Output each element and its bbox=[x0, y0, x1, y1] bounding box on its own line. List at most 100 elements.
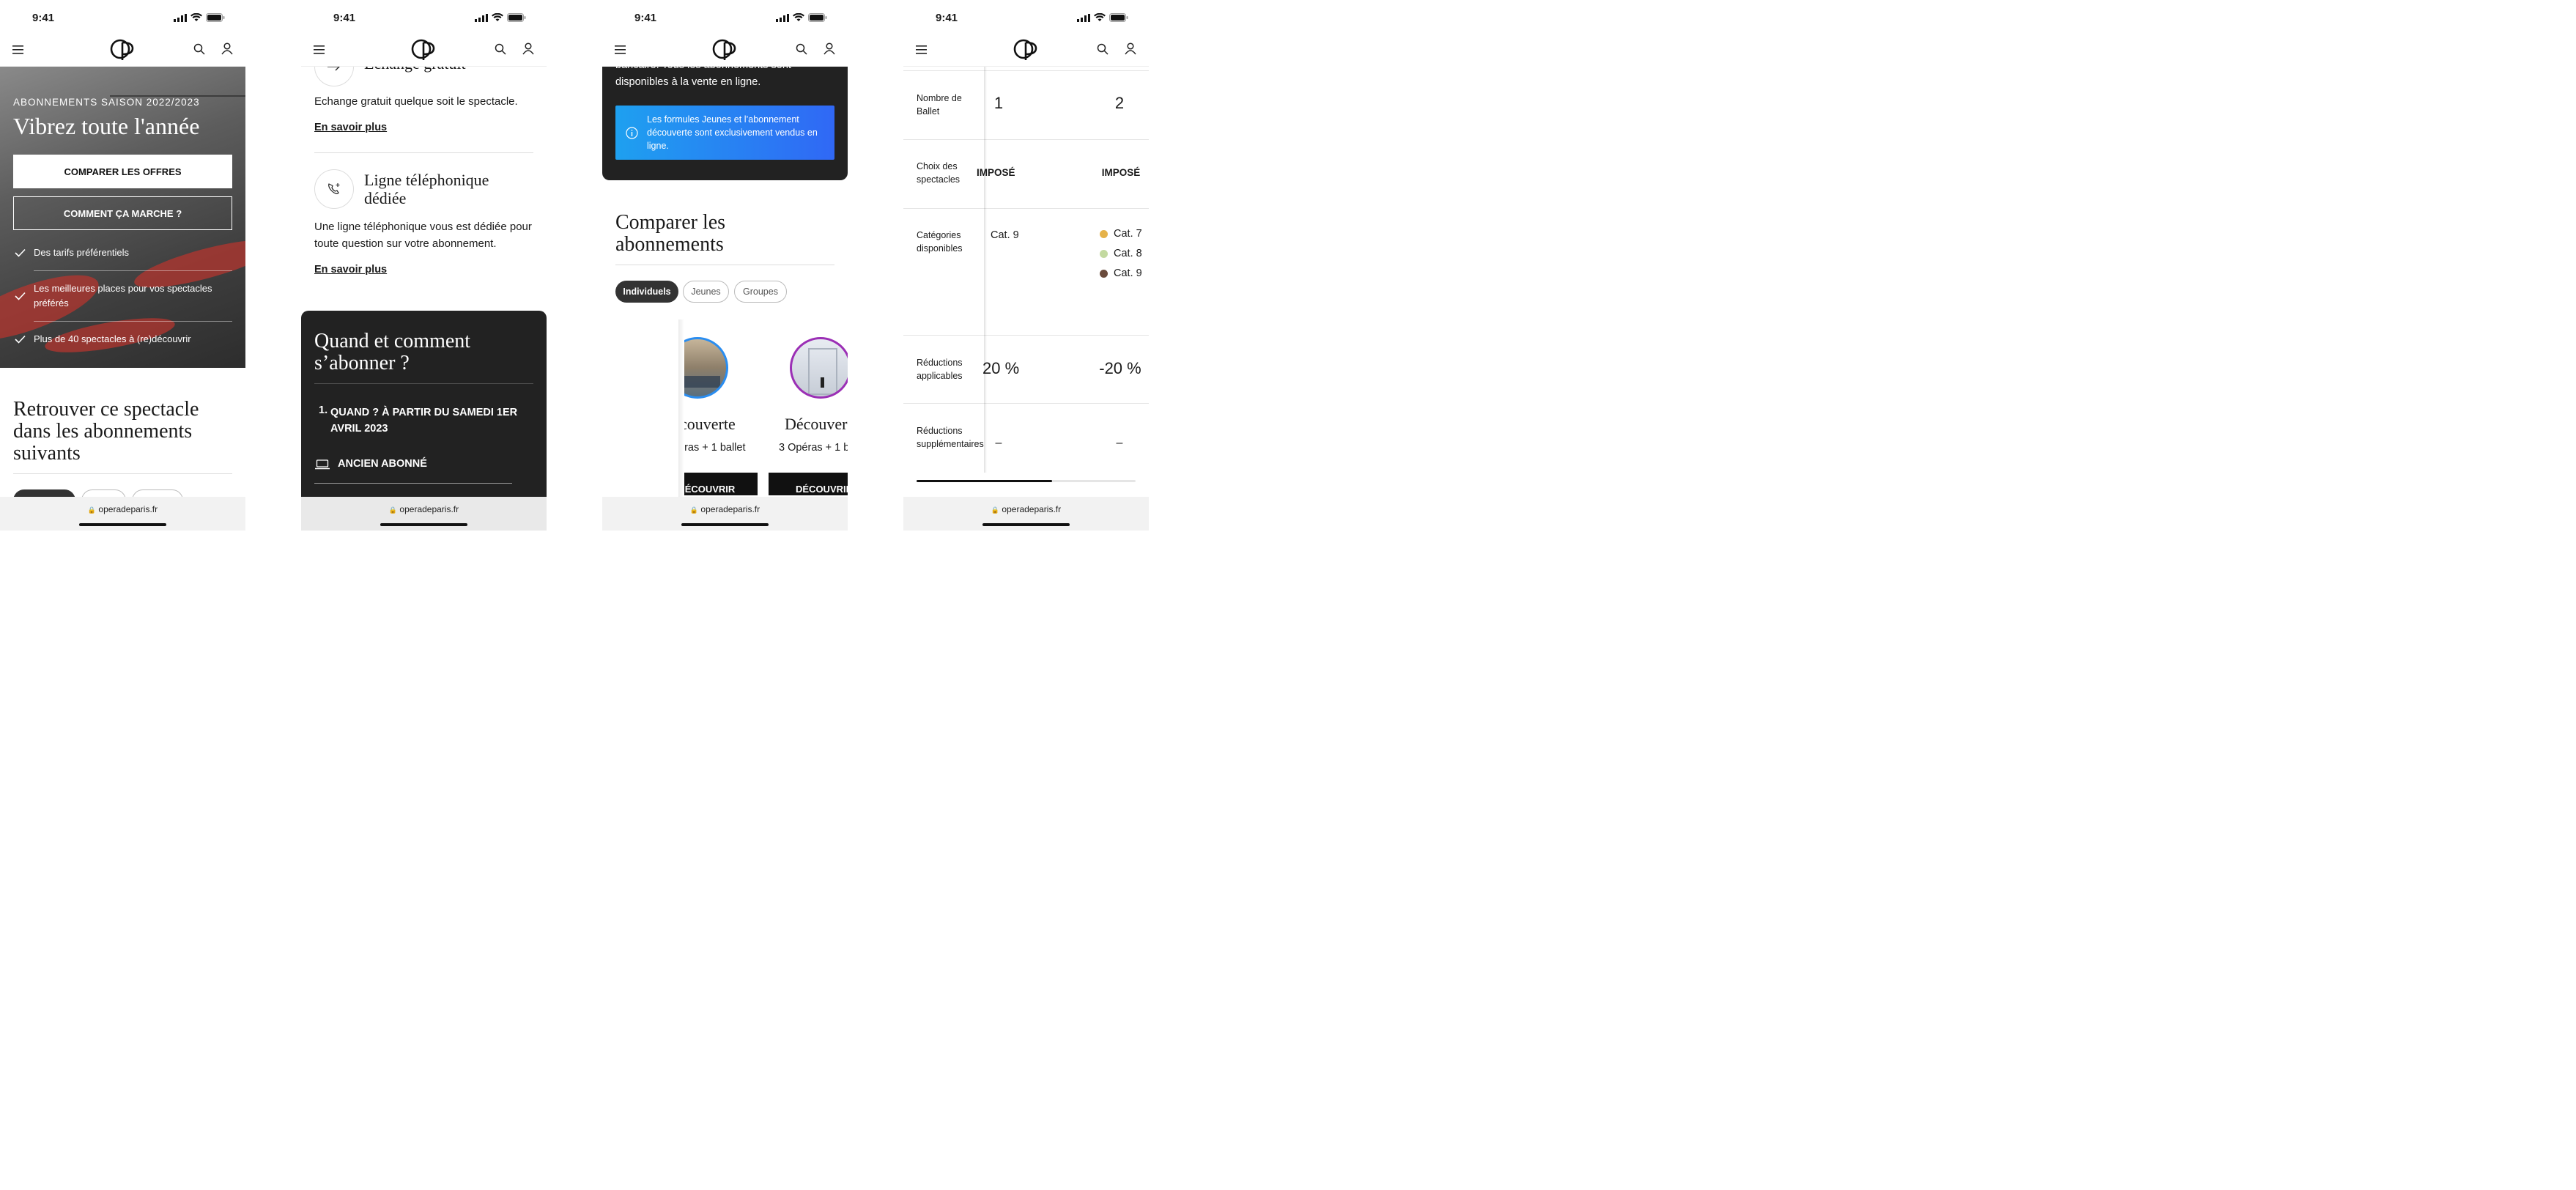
card-subtitle: éras + 1 ballet bbox=[684, 442, 746, 454]
divider bbox=[314, 152, 533, 153]
search-icon[interactable] bbox=[495, 43, 506, 55]
status-time: 9:41 bbox=[333, 12, 356, 24]
row-label: Réductions supplémentaires bbox=[917, 426, 984, 449]
learn-more-link[interactable]: En savoir plus bbox=[314, 264, 387, 276]
category-item: Cat. 9 bbox=[1100, 267, 1142, 279]
lock-icon: 🔒 bbox=[991, 506, 1000, 514]
lock-icon: 🔒 bbox=[388, 506, 398, 514]
compare-offers-button[interactable]: COMPARER LES OFFRES bbox=[13, 155, 232, 188]
row-separator bbox=[903, 70, 1149, 71]
cell-value: – bbox=[995, 437, 1002, 449]
url-display: 🔒 operadeparis.fr bbox=[903, 504, 1149, 514]
wifi-icon bbox=[190, 13, 202, 21]
status-icons bbox=[1077, 13, 1128, 22]
account-icon[interactable] bbox=[823, 42, 835, 55]
table-scroll-thumb[interactable] bbox=[917, 480, 1052, 482]
search-icon[interactable] bbox=[193, 43, 205, 55]
card-image-detail bbox=[684, 376, 720, 388]
check-icon bbox=[15, 335, 26, 344]
row-label: Catégories disponibles bbox=[917, 230, 963, 254]
compare-title: Comparer les abonnements bbox=[615, 211, 726, 256]
signal-icon bbox=[1077, 13, 1090, 22]
url-text: operadeparis.fr bbox=[700, 504, 760, 514]
tab-individuels[interactable]: Individuels bbox=[615, 281, 678, 303]
step-number: 1. bbox=[319, 404, 328, 416]
row-label: Nombre de Ballet bbox=[917, 93, 962, 117]
card-image-detail bbox=[821, 377, 824, 388]
row-label: Réductions applicables bbox=[917, 358, 963, 381]
info-text: Les formules Jeunes et l’abonnement déco… bbox=[647, 114, 818, 151]
status-icons bbox=[174, 13, 225, 22]
browser-url-bar[interactable]: 🔒 operadeparis.fr bbox=[602, 497, 848, 531]
browser-url-bar[interactable]: 🔒 operadeparis.fr bbox=[0, 497, 245, 531]
home-indicator[interactable] bbox=[681, 523, 769, 526]
panel-title: Quand et comment s’abonner ? bbox=[314, 330, 471, 374]
search-icon[interactable] bbox=[1097, 43, 1109, 55]
feature-text: Des tarifs préférentiels bbox=[34, 247, 130, 258]
learn-more-link[interactable]: En savoir plus bbox=[314, 122, 387, 133]
check-icon bbox=[15, 248, 26, 257]
cell-value: – bbox=[1116, 437, 1123, 449]
search-icon[interactable] bbox=[796, 43, 807, 55]
url-text: operadeparis.fr bbox=[98, 504, 158, 514]
divider bbox=[314, 483, 512, 484]
phone-screen-comparison-table: 9:41 Nombre de Ballet 1 2 Choix des spec… bbox=[903, 0, 1149, 531]
row-separator bbox=[903, 208, 1149, 209]
opera-logo[interactable] bbox=[110, 38, 135, 62]
wifi-icon bbox=[1094, 13, 1106, 21]
laptop-icon bbox=[315, 459, 330, 470]
card-image bbox=[790, 337, 848, 399]
menu-icon[interactable] bbox=[916, 45, 927, 55]
url-text: operadeparis.fr bbox=[399, 504, 459, 514]
tab-jeunes[interactable]: Jeunes bbox=[683, 281, 729, 303]
wifi-icon bbox=[793, 13, 804, 21]
home-indicator[interactable] bbox=[380, 523, 467, 526]
former-subscriber-accordion[interactable]: ANCIEN ABONNÉ bbox=[338, 458, 427, 470]
subscription-carousel[interactable]: couverte Découver éras + 1 ballet 3 Opér… bbox=[684, 319, 848, 495]
status-time: 9:41 bbox=[634, 12, 657, 24]
phone-screen-benefits: 9:41 Echange gratuit Echange gratuit que… bbox=[301, 0, 547, 531]
home-indicator[interactable] bbox=[982, 523, 1070, 526]
exchange-description: Echange gratuit quelque soit le spectacl… bbox=[314, 95, 518, 108]
cell-value: IMPOSÉ bbox=[1101, 167, 1141, 178]
online-sales-panel: bancaire. Tous les abonnements sont disp… bbox=[602, 59, 848, 180]
battery-icon bbox=[507, 13, 526, 22]
sticky-column-edge bbox=[984, 66, 987, 473]
account-icon[interactable] bbox=[1125, 42, 1136, 55]
opera-logo[interactable] bbox=[411, 38, 436, 62]
account-icon[interactable] bbox=[221, 42, 233, 55]
tab-groupes[interactable]: Groupes bbox=[734, 281, 787, 303]
category-label: Cat. 8 bbox=[1114, 248, 1142, 259]
browser-url-bar[interactable]: 🔒 operadeparis.fr bbox=[903, 497, 1149, 531]
category-dot bbox=[1100, 269, 1108, 278]
card-image bbox=[684, 337, 728, 399]
phone-icon-circle bbox=[314, 169, 354, 209]
cell-value: -20 % bbox=[1099, 359, 1141, 377]
carousel-edge bbox=[678, 319, 684, 503]
card-image-detail bbox=[808, 348, 837, 395]
menu-icon[interactable] bbox=[12, 45, 23, 55]
opera-logo[interactable] bbox=[1013, 38, 1038, 62]
discover-button[interactable]: ÉCOUVRIR bbox=[684, 473, 758, 495]
opera-logo[interactable] bbox=[712, 38, 737, 62]
browser-url-bar[interactable]: 🔒 operadeparis.fr bbox=[301, 497, 547, 531]
status-time: 9:41 bbox=[936, 12, 958, 24]
signal-icon bbox=[174, 13, 187, 22]
signal-icon bbox=[776, 13, 789, 22]
hero-eyebrow: ABONNEMENTS SAISON 2022/2023 bbox=[13, 97, 200, 108]
menu-icon[interactable] bbox=[314, 45, 325, 55]
discover-button[interactable]: DÉCOUVRIR bbox=[769, 473, 848, 495]
account-icon[interactable] bbox=[522, 42, 534, 55]
how-it-works-button[interactable]: COMMENT ÇA MARCHE ? bbox=[13, 196, 232, 230]
signal-icon bbox=[475, 13, 488, 22]
hero-title: Vibrez toute l'année bbox=[13, 113, 200, 139]
hero-banner: ABONNEMENTS SAISON 2022/2023 Vibrez tout… bbox=[0, 66, 245, 368]
row-separator bbox=[903, 335, 1149, 336]
status-icons bbox=[776, 13, 827, 22]
home-indicator[interactable] bbox=[79, 523, 166, 526]
status-bar: 9:41 bbox=[301, 0, 547, 34]
battery-icon bbox=[808, 13, 827, 22]
section-title: Retrouver ce spectacle dans les abonneme… bbox=[13, 398, 199, 465]
feature-text: Les meilleures places pour vos spectacle… bbox=[34, 283, 212, 308]
menu-icon[interactable] bbox=[615, 45, 626, 55]
